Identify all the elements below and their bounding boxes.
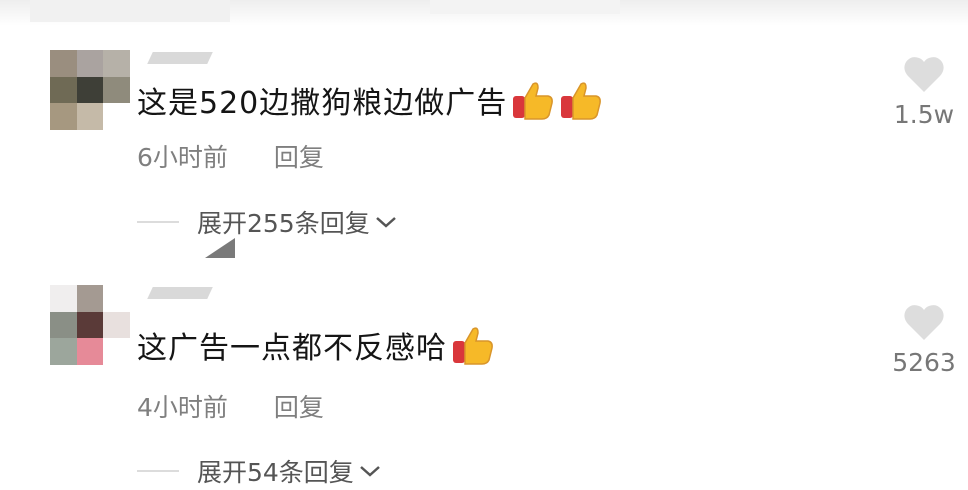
comment-text-row: 这是520边撒狗粮边做广告 xyxy=(137,78,603,122)
comment-time: 4小时前 xyxy=(137,393,228,422)
comment-text: 这是520边撒狗粮边做广告 xyxy=(137,86,508,121)
like-button[interactable]: 5263 xyxy=(874,300,968,377)
comment-item: 这广告一点都不反感哈 4小时前 回复 展开54条回复 5263 xyxy=(0,245,968,490)
comment-item: 这是520边撒狗粮边做广告 6小时前 回复 展开255条回复 1.5w xyxy=(0,0,968,258)
chevron-down-icon xyxy=(375,217,396,228)
blurred-username[interactable] xyxy=(147,287,213,299)
expand-replies-label: 展开255条回复 xyxy=(197,209,370,238)
blurred-username[interactable] xyxy=(147,52,213,64)
comment-text-row: 这广告一点都不反感哈 xyxy=(137,323,495,367)
like-count: 5263 xyxy=(892,348,956,377)
divider-line xyxy=(137,221,179,223)
heart-icon[interactable] xyxy=(902,52,946,96)
thumbs-up-icon xyxy=(561,82,602,120)
comment-time: 6小时前 xyxy=(137,143,228,172)
heart-icon[interactable] xyxy=(902,300,946,344)
thumbs-up-icon xyxy=(513,82,554,120)
comment-text: 这广告一点都不反感哈 xyxy=(137,331,447,366)
comment-meta: 6小时前 回复 xyxy=(137,138,324,174)
expand-replies-button[interactable]: 展开255条回复 xyxy=(137,204,398,240)
expand-replies-label: 展开54条回复 xyxy=(197,458,354,487)
chevron-down-icon xyxy=(359,466,380,477)
reply-button[interactable]: 回复 xyxy=(274,393,324,422)
avatar[interactable] xyxy=(50,50,130,130)
divider-line xyxy=(137,470,179,472)
comment-meta: 4小时前 回复 xyxy=(137,388,324,424)
like-button[interactable]: 1.5w xyxy=(874,52,968,129)
reply-button[interactable]: 回复 xyxy=(274,143,324,172)
avatar[interactable] xyxy=(50,285,130,365)
like-count: 1.5w xyxy=(893,100,955,129)
expand-replies-button[interactable]: 展开54条回复 xyxy=(137,453,382,489)
thumbs-up-icon xyxy=(453,327,493,365)
